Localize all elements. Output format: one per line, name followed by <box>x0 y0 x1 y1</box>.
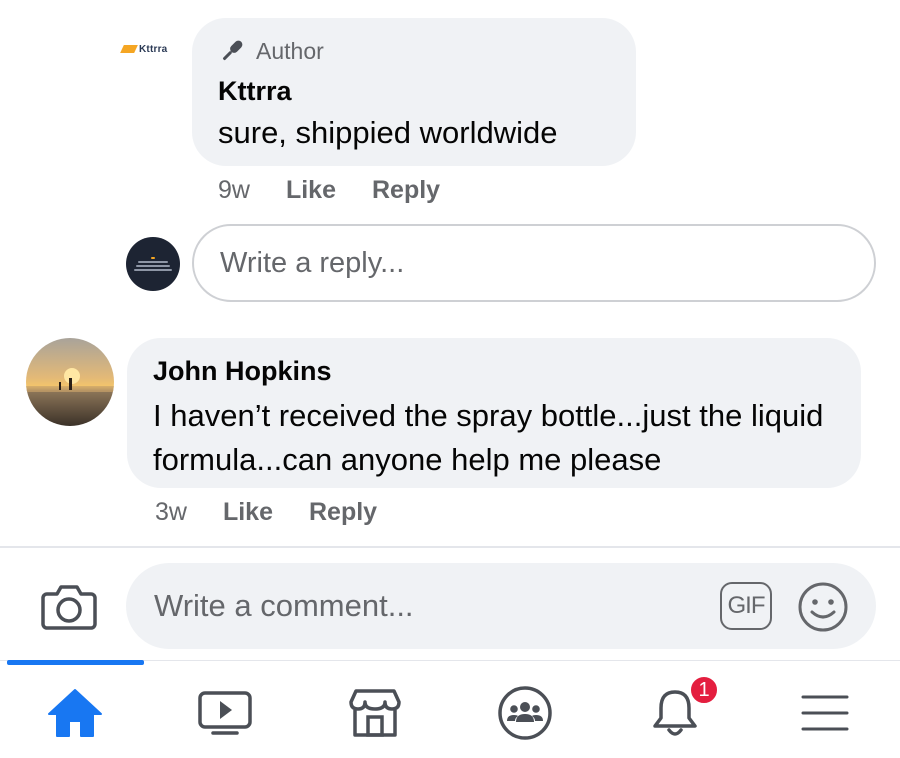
tab-menu[interactable] <box>750 668 900 758</box>
author-avatar[interactable]: Kttrra <box>120 36 178 62</box>
commenter-avatar[interactable] <box>26 338 114 426</box>
brand-logo-icon <box>120 45 138 53</box>
tab-watch[interactable] <box>150 668 300 758</box>
avatar-detail <box>138 261 168 263</box>
comment-reply-button[interactable]: Reply <box>309 498 377 527</box>
author-reply-actions: 9w Like Reply <box>218 173 440 207</box>
avatar-detail <box>151 257 155 259</box>
sunset-photo-icon <box>26 338 114 426</box>
active-tab-indicator <box>7 660 144 665</box>
camera-icon <box>41 585 97 630</box>
menu-icon <box>801 695 849 731</box>
author-avatar-text: Kttrra <box>139 43 168 55</box>
groups-icon <box>498 686 552 740</box>
comment-actions: 3w Like Reply <box>155 495 377 529</box>
commenter-name[interactable]: John Hopkins <box>153 356 332 387</box>
emoji-icon <box>798 582 848 632</box>
author-badge: Author <box>218 36 324 66</box>
gif-button[interactable]: GIF <box>720 582 772 630</box>
marketplace-icon <box>349 689 401 737</box>
tab-notifications[interactable] <box>600 668 750 758</box>
author-like-button[interactable]: Like <box>286 176 336 205</box>
tab-home[interactable] <box>0 668 150 758</box>
divider <box>0 546 900 548</box>
watch-icon <box>198 691 252 735</box>
current-user-avatar <box>126 237 180 291</box>
author-reply-time[interactable]: 9w <box>218 176 250 205</box>
author-reply-text: sure, shippied worldwide <box>218 115 558 150</box>
emoji-button[interactable] <box>796 580 850 634</box>
avatar-detail <box>136 265 170 267</box>
author-name[interactable]: Kttrra <box>218 76 292 107</box>
reply-input[interactable] <box>192 224 876 302</box>
home-icon <box>48 689 102 737</box>
author-badge-label: Author <box>256 37 324 64</box>
avatar-detail <box>134 269 172 271</box>
microphone-icon <box>222 40 243 61</box>
comment-text: I haven’t received the spray bottle...ju… <box>153 398 824 477</box>
tab-groups[interactable] <box>450 668 600 758</box>
camera-button[interactable] <box>36 578 102 634</box>
comment-time[interactable]: 3w <box>155 498 187 527</box>
notification-count-badge: 1 <box>688 674 720 706</box>
author-reply-button[interactable]: Reply <box>372 176 440 205</box>
tab-marketplace[interactable] <box>300 668 450 758</box>
comment-input[interactable] <box>126 563 716 649</box>
comment-like-button[interactable]: Like <box>223 498 273 527</box>
